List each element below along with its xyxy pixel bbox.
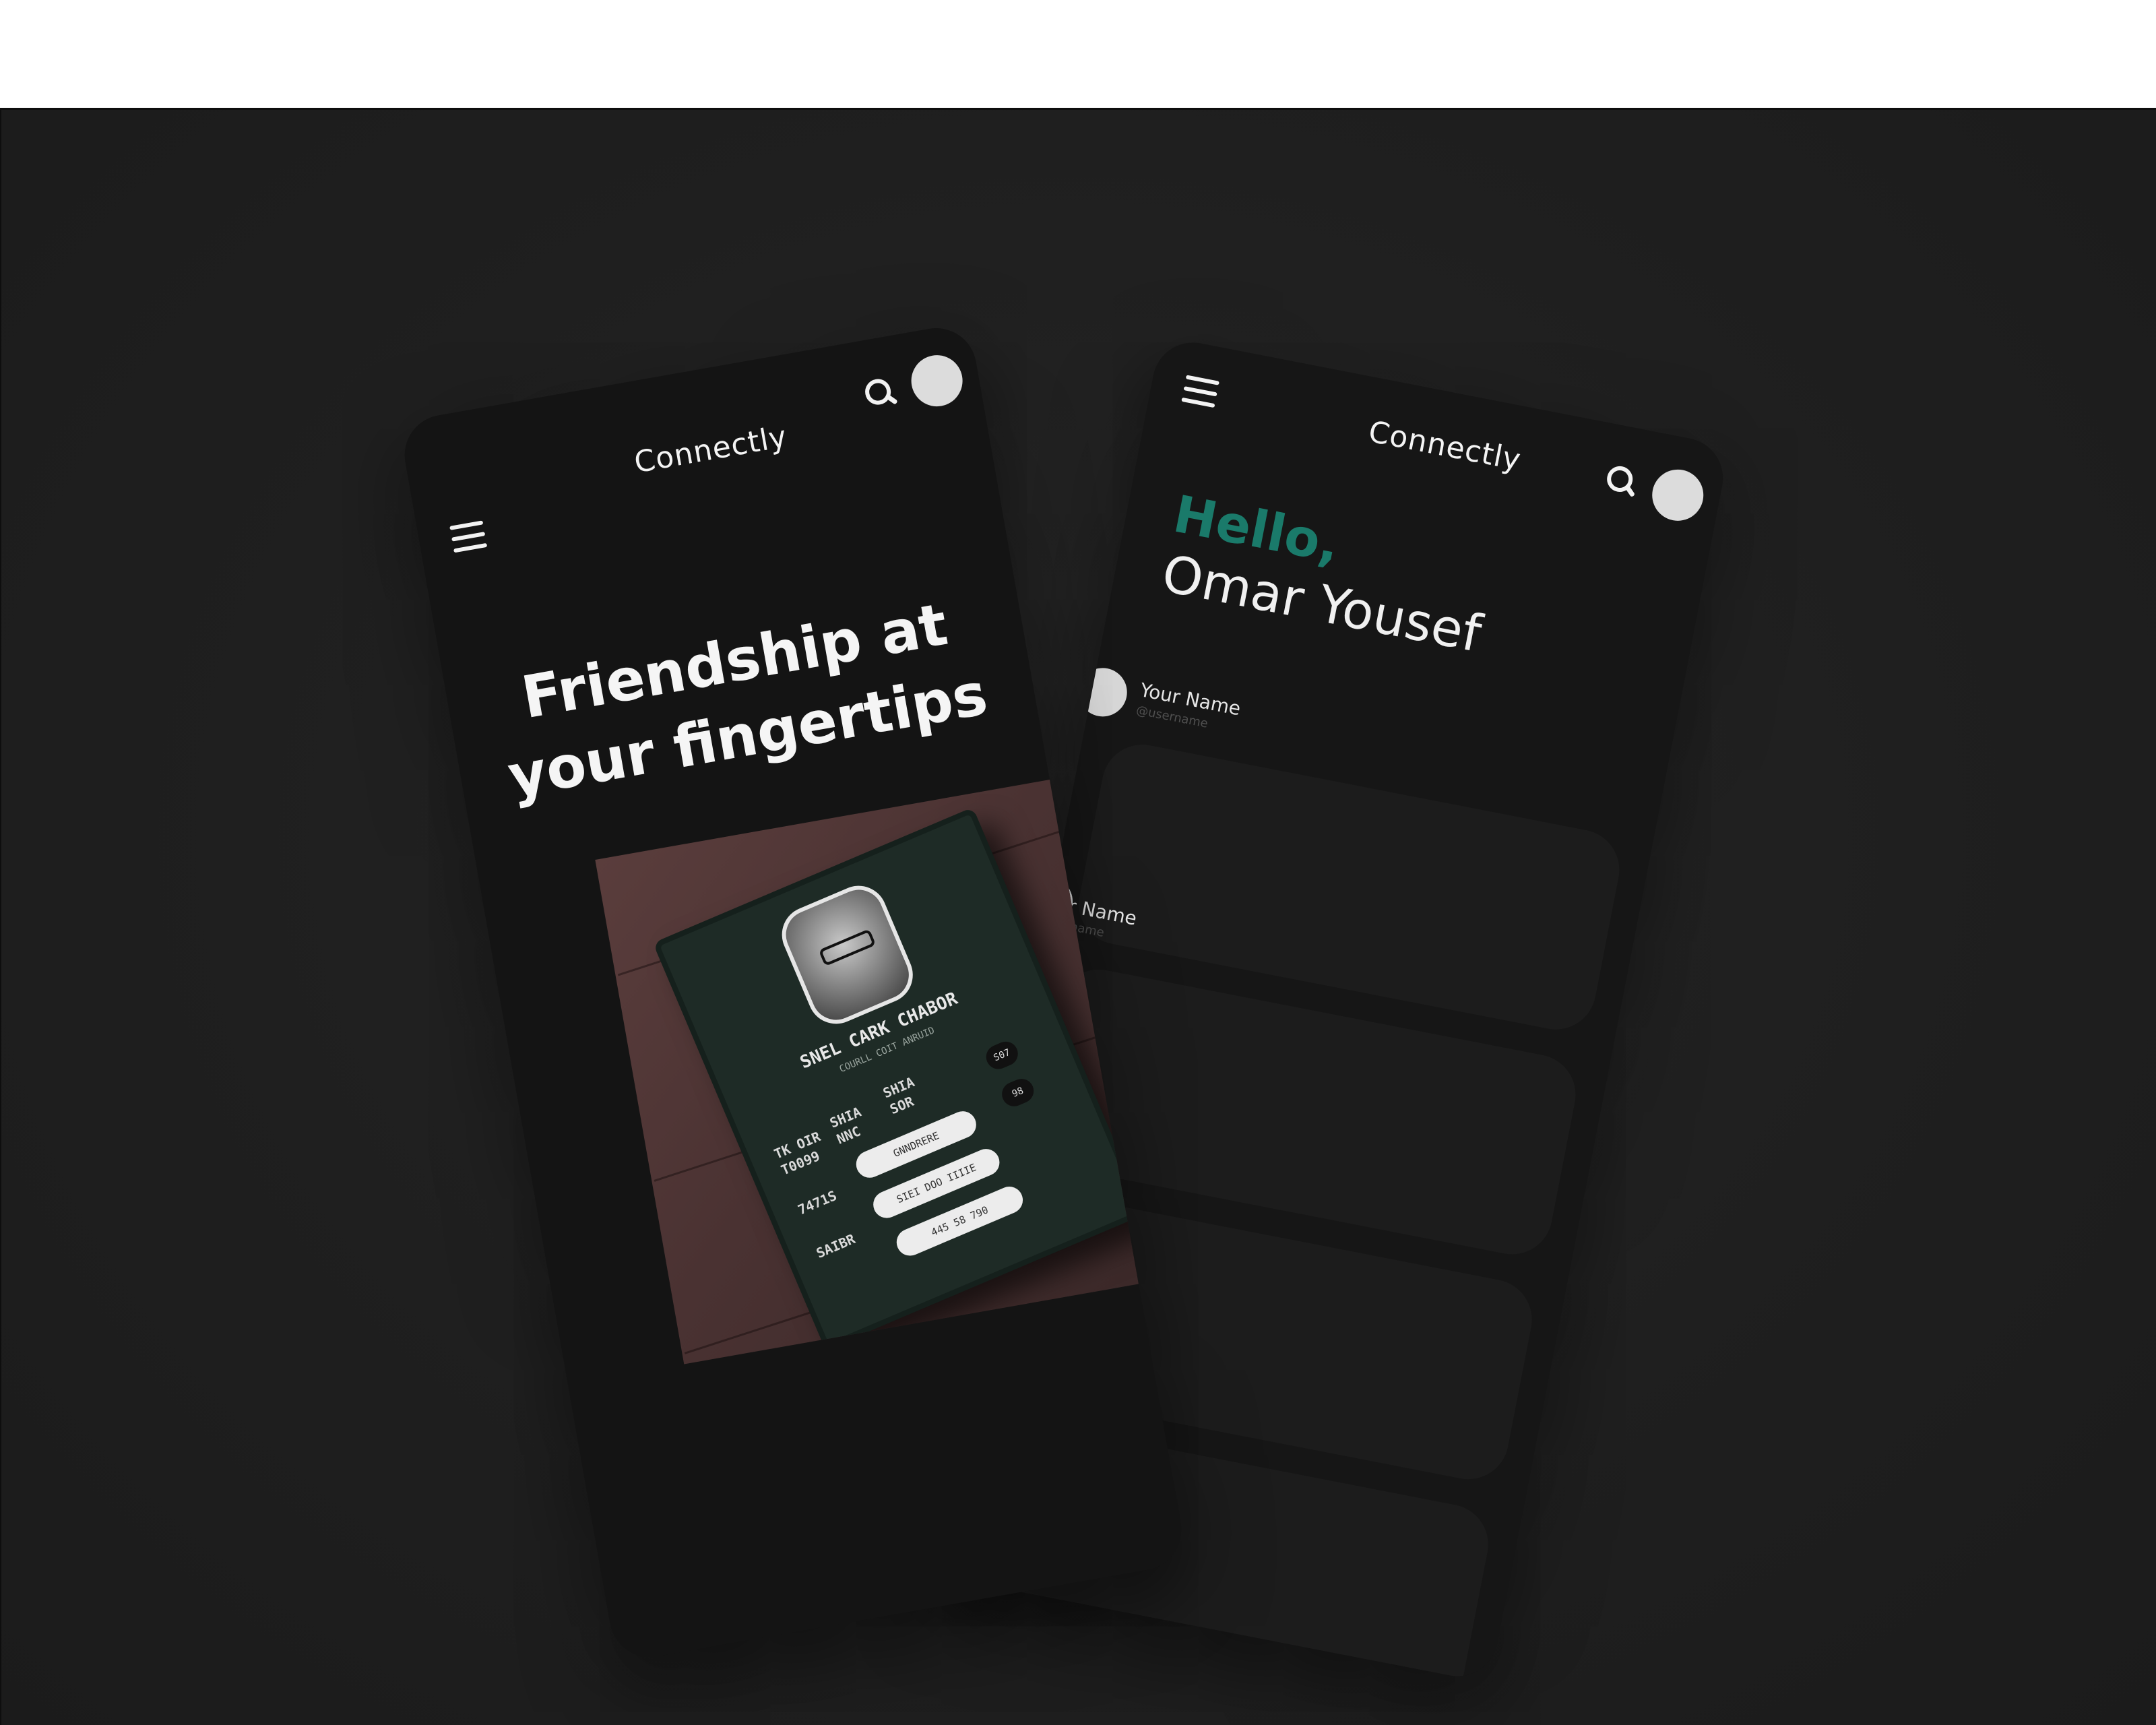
device-label: SAIBR — [813, 1230, 858, 1261]
avatar[interactable] — [907, 351, 967, 411]
avatar[interactable] — [1647, 465, 1708, 526]
device-label: 7471S — [795, 1187, 839, 1218]
device-knob: 98 — [998, 1075, 1038, 1110]
app-brand: Connectly — [1366, 414, 1524, 478]
portrait-photo — [773, 877, 922, 1033]
search-icon[interactable] — [1604, 464, 1639, 499]
search-icon[interactable] — [863, 377, 898, 411]
showcase-background: Connectly Hello, Omar Yousef Your Name @… — [0, 108, 2156, 1725]
landing-screen: Connectly Friendship at your fingertips … — [398, 321, 1188, 1664]
menu-icon[interactable] — [449, 520, 488, 553]
avatar — [1074, 664, 1131, 721]
device-knob: S07 — [982, 1038, 1022, 1073]
app-brand: Connectly — [631, 419, 790, 480]
menu-icon[interactable] — [1181, 375, 1219, 408]
